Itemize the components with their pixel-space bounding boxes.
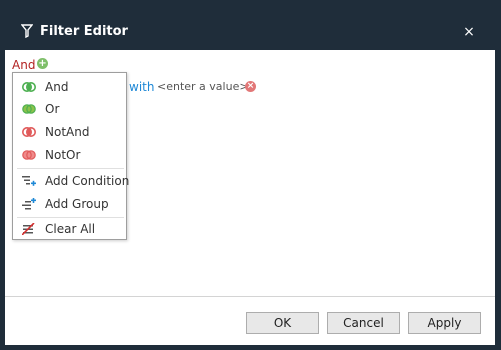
menu-item-notor[interactable]: NotOr	[13, 144, 126, 166]
menu-item-label: NotAnd	[45, 125, 90, 139]
filter-icon	[21, 24, 33, 38]
and-icon	[22, 82, 36, 92]
condition-operator[interactable]: with	[129, 80, 154, 94]
condition-value[interactable]: <enter a value>	[157, 80, 249, 94]
filter-editor-area: And + with <enter a value> × And Or NotA…	[5, 50, 495, 296]
menu-item-label: Clear All	[45, 222, 96, 236]
menu-separator	[17, 168, 124, 169]
menu-item-label: Or	[45, 102, 60, 116]
window-title: Filter Editor	[40, 24, 128, 39]
root-group-operator[interactable]: And	[12, 58, 35, 72]
menu-item-and[interactable]: And	[13, 76, 126, 98]
menu-item-add-group[interactable]: Add Group	[13, 193, 126, 215]
menu-item-add-condition[interactable]: Add Condition	[13, 170, 130, 192]
add-condition-icon	[22, 176, 36, 186]
clear-all-icon	[22, 223, 35, 235]
menu-item-or[interactable]: Or	[13, 98, 126, 120]
menu-item-label: Add Group	[45, 197, 109, 211]
menu-item-notand[interactable]: NotAnd	[13, 121, 126, 143]
ok-button[interactable]: OK	[246, 312, 319, 334]
not-or-icon	[22, 150, 36, 160]
add-circle-icon[interactable]: +	[37, 58, 48, 69]
apply-button[interactable]: Apply	[408, 312, 481, 334]
group-operator-menu: And Or NotAnd NotOr Add Condition Add Gr…	[12, 72, 130, 240]
menu-item-label: Add Condition	[45, 174, 130, 188]
title-bar: Filter Editor ×	[0, 0, 501, 50]
close-button[interactable]: ×	[462, 24, 476, 40]
cancel-button[interactable]: Cancel	[327, 312, 400, 334]
not-and-icon	[22, 127, 36, 137]
menu-item-label: And	[45, 80, 69, 94]
remove-condition-icon[interactable]: ×	[245, 81, 256, 92]
dialog-footer: OK Cancel Apply	[5, 297, 495, 345]
menu-item-label: NotOr	[45, 148, 81, 162]
or-icon	[22, 104, 36, 114]
menu-item-clear-all[interactable]: Clear All	[13, 218, 126, 240]
add-group-icon	[22, 198, 36, 210]
